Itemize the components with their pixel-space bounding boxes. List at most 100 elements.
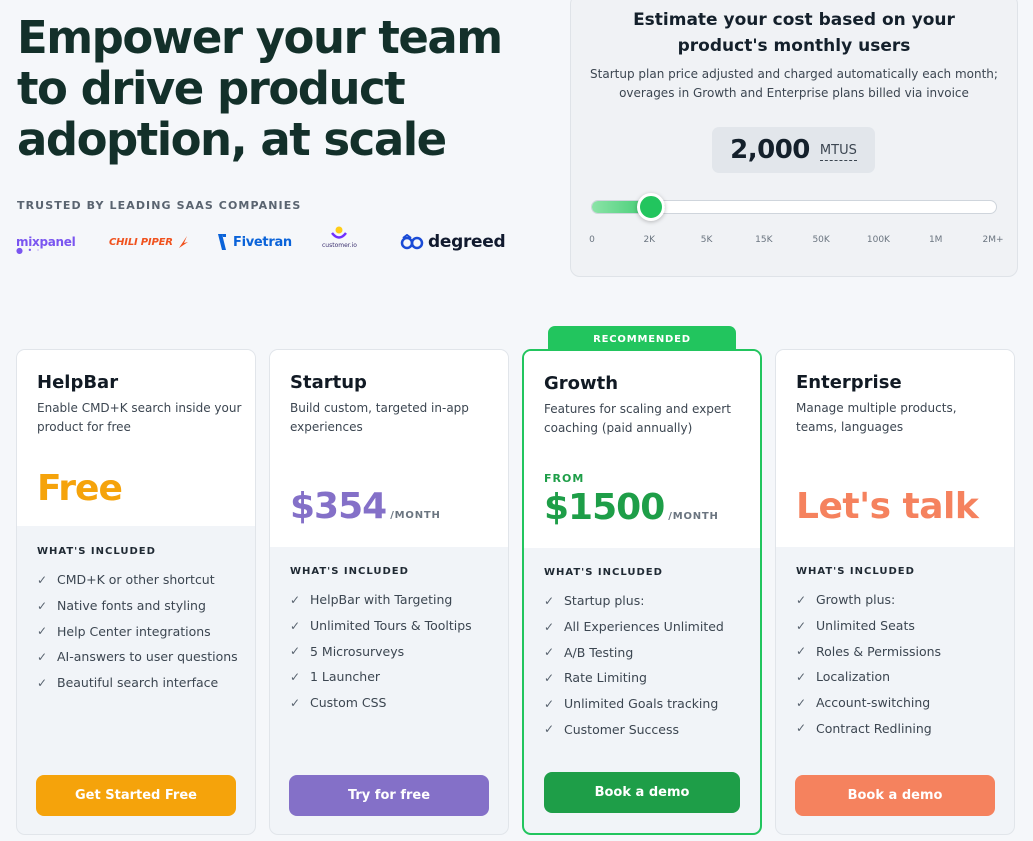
feature-text: Roles & Permissions: [816, 643, 942, 659]
feature-item: ✓ All Experiences Unlimited: [544, 614, 724, 640]
plan-name: Growth: [544, 373, 619, 394]
plan-price: $354/MONTH: [290, 486, 441, 527]
plan-description: Enable CMD+K search inside your product …: [37, 401, 242, 434]
mtu-slider[interactable]: [591, 193, 997, 221]
feature-item: ✓ Custom CSS: [290, 690, 472, 716]
check-icon: ✓: [544, 696, 555, 711]
check-icon: ✓: [544, 670, 555, 685]
cost-estimator-panel: Estimate your cost based on your product…: [570, 0, 1018, 277]
feature-text: Startup plus:: [564, 593, 645, 609]
check-icon: ✓: [544, 619, 555, 634]
slider-tick-label: 5K: [700, 235, 713, 245]
feature-text: AI-answers to user questions: [57, 649, 238, 665]
check-icon: ✓: [796, 669, 807, 684]
feature-list: ✓ Growth plus: ✓ Unlimited Seats ✓ Roles & Pe…: [796, 587, 941, 741]
feature-item: ✓ Localization: [796, 664, 941, 690]
feature-text: CMD+K or other shortcut: [57, 572, 215, 588]
feature-text: Custom CSS: [310, 695, 387, 711]
feature-text: Growth plus:: [816, 592, 896, 608]
try-for-free-button[interactable]: Try for free: [289, 775, 489, 816]
plan-price: Free: [37, 468, 123, 509]
price-period: /MONTH: [668, 511, 719, 522]
feature-text: 5 Microsurveys: [310, 643, 405, 659]
slider-ticks: 0 2K 5K 15K 50K 100K 1M 2M+: [571, 235, 1019, 249]
feature-item: ✓ Unlimited Seats: [796, 613, 941, 639]
mtu-value: 2,000: [730, 135, 810, 165]
feature-text: Localization: [816, 669, 891, 685]
plan-description: Manage multiple products, teams, languag…: [796, 401, 957, 434]
plan-card-startup: Startup Build custom, targeted in-app ex…: [269, 349, 509, 835]
degreed-logo: degreed: [400, 226, 506, 258]
plan-description: Features for scaling and expert coaching…: [544, 402, 731, 435]
slider-tick-label: 50K: [812, 235, 830, 245]
feature-item: ✓ Growth plus:: [796, 587, 941, 613]
plan-name: HelpBar: [37, 372, 119, 393]
price-period: /MONTH: [390, 510, 441, 521]
feature-item: ✓ Native fonts and styling: [37, 593, 238, 619]
check-icon: ✓: [290, 695, 301, 710]
check-icon: ✓: [796, 592, 807, 607]
feature-text: Help Center integrations: [57, 623, 211, 639]
slider-tick-label: 1M: [928, 235, 943, 245]
book-demo-button[interactable]: Book a demo: [544, 772, 740, 813]
estimator-title: Estimate your cost based on your product…: [633, 10, 955, 56]
check-icon: ✓: [544, 722, 555, 737]
feature-list: ✓ Startup plus: ✓ All Experiences Unlimited…: [544, 588, 724, 742]
feature-item: ✓ Unlimited Tours & Tooltips: [290, 613, 472, 639]
feature-list: ✓ CMD+K or other shortcut ✓ Native fonts an…: [37, 567, 238, 695]
plan-price: $1500/MONTH: [544, 487, 719, 528]
check-icon: ✓: [290, 618, 301, 633]
feature-text: Account-switching: [816, 695, 931, 711]
plan-card-enterprise: Enterprise Manage multiple products, tea…: [775, 349, 1015, 835]
customer-logos: mixpanel ● • · CHILI PIPER Fivetran cust…: [16, 226, 516, 258]
feature-text: Unlimited Goals tracking: [564, 696, 719, 712]
check-icon: ✓: [37, 675, 48, 690]
mtu-unit-label[interactable]: MTUS: [819, 143, 857, 161]
book-demo-button[interactable]: Book a demo: [795, 775, 995, 816]
slider-tick-label: 2K: [643, 235, 656, 245]
feature-text: Rate Limiting: [564, 670, 647, 686]
feature-text: Native fonts and styling: [57, 598, 206, 614]
feature-text: Customer Success: [564, 721, 680, 737]
fivetran-logo: Fivetran: [217, 226, 292, 258]
check-icon: ✓: [290, 669, 301, 684]
mixpanel-logo: mixpanel ● • ·: [16, 235, 76, 255]
slider-tick-label: 100K: [866, 235, 890, 245]
plan-price: Let's talk: [796, 486, 979, 527]
feature-item: ✓ Roles & Permissions: [796, 638, 941, 664]
feature-item: ✓ 5 Microsurveys: [290, 638, 472, 664]
check-icon: ✓: [796, 721, 807, 736]
feature-text: A/B Testing: [564, 644, 634, 660]
feature-item: ✓ Customer Success: [544, 716, 724, 742]
feature-list: ✓ HelpBar with Targeting ✓ Unlimited Tours …: [290, 587, 472, 715]
feature-text: All Experiences Unlimited: [564, 619, 724, 635]
feature-text: Beautiful search interface: [57, 675, 219, 691]
included-label: WHAT'S INCLUDED: [37, 546, 156, 557]
feature-item: ✓ Startup plus:: [544, 588, 724, 614]
check-icon: ✓: [796, 618, 807, 633]
estimator-subtitle: Startup plan price adjusted and charged …: [590, 67, 998, 100]
check-icon: ✓: [37, 572, 48, 587]
feature-item: ✓ Contract Redlining: [796, 715, 941, 741]
included-label: WHAT'S INCLUDED: [290, 566, 409, 577]
chilipiper-logo: CHILI PIPER: [109, 226, 189, 258]
feature-item: ✓ A/B Testing: [544, 639, 724, 665]
plan-card-helpbar: HelpBar Enable CMD+K search inside your …: [16, 349, 256, 835]
trusted-label: TRUSTED BY LEADING SAAS COMPANIES: [17, 199, 302, 212]
included-label: WHAT'S INCLUDED: [796, 566, 915, 577]
get-started-free-button[interactable]: Get Started Free: [36, 775, 236, 816]
slider-thumb[interactable]: [637, 193, 666, 221]
included-label: WHAT'S INCLUDED: [544, 567, 663, 578]
feature-text: 1 Launcher: [310, 669, 381, 685]
mtu-display: 2,000 MTUS: [712, 127, 875, 173]
check-icon: ✓: [796, 695, 807, 710]
check-icon: ✓: [37, 649, 48, 664]
feature-item: ✓ HelpBar with Targeting: [290, 587, 472, 613]
from-label: FROM: [544, 472, 585, 485]
feature-item: ✓ AI-answers to user questions: [37, 644, 238, 670]
plan-card-growth: Growth Features for scaling and expert c…: [522, 349, 762, 835]
feature-text: Unlimited Seats: [816, 618, 915, 634]
plan-description: Build custom, targeted in-app experience…: [290, 401, 469, 434]
check-icon: ✓: [796, 644, 807, 659]
feature-text: Contract Redlining: [816, 720, 932, 736]
